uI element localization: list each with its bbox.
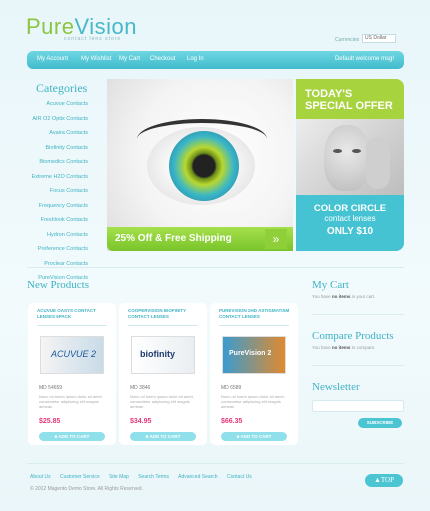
footer-links: About Us Customer Service Site Map Searc… (30, 474, 260, 480)
product-name[interactable]: COOPERVISION BIOFINITY CONTACT LENSES (128, 308, 200, 320)
product-card: COOPERVISION BIOFINITY CONTACT LENSES bi… (119, 303, 207, 445)
product-description: Nunc mi lorem ipsum dolor sit amet, cons… (39, 394, 103, 409)
welcome-message: Default welcome msg! (334, 56, 394, 62)
compare-status-text: You have no items to compare. (312, 345, 376, 350)
product-box-label: PureVision 2 (229, 350, 272, 357)
new-products-title: New Products (27, 279, 90, 291)
add-to-cart-label: ADD TO CART (240, 434, 272, 439)
footer-link-contact-us[interactable]: Contact Us (227, 474, 252, 480)
category-link[interactable]: Proclear Contacts (31, 259, 88, 274)
category-link[interactable]: Preference Contacts (31, 244, 88, 259)
category-link[interactable]: Extreme H2O Contacts (31, 172, 88, 187)
back-to-top-label: TOP (380, 476, 395, 484)
footer-divider (27, 463, 404, 464)
nav-log-in[interactable]: Log In (187, 56, 204, 62)
add-to-cart-button[interactable]: ■ ADD TO CART (221, 432, 287, 441)
category-link[interactable]: Focus Contacts (31, 186, 88, 201)
model-hand (366, 137, 390, 189)
product-description: Nunc mi lorem ipsum dolor sit amet, cons… (130, 394, 194, 409)
product-name[interactable]: PUREVISION 2HD ASTIGMATISM CONTACT LENSE… (219, 308, 291, 320)
add-to-cart-button[interactable]: ■ ADD TO CART (130, 432, 196, 441)
product-id: MD 6589 (221, 385, 242, 391)
currency-label: Currencies (335, 37, 360, 43)
special-offer-header: TODAY'S SPECIAL OFFER (296, 79, 404, 119)
product-image[interactable]: biofinity (131, 336, 195, 374)
add-to-cart-label: ADD TO CART (58, 434, 90, 439)
product-price: $25.85 (39, 418, 61, 425)
currency-select[interactable]: US Dollar (362, 34, 396, 43)
product-divider (37, 325, 107, 326)
section-divider (27, 267, 404, 268)
nav-my-cart[interactable]: My Cart (119, 56, 140, 62)
offer-price: ONLY $10 (326, 226, 374, 237)
product-divider (128, 325, 198, 326)
add-to-cart-button[interactable]: ■ ADD TO CART (39, 432, 105, 441)
my-cart-title: My Cart (312, 279, 349, 291)
category-link[interactable]: Biomedics Contacts (31, 157, 88, 172)
product-id: MD 3846 (130, 385, 151, 391)
category-link[interactable]: Acuvue Contacts (31, 99, 88, 114)
newsletter-title: Newsletter (312, 381, 360, 393)
footer-link-search-terms[interactable]: Search Terms (138, 474, 169, 480)
model-face (324, 125, 370, 191)
footer-link-advanced-search[interactable]: Advanced Search (178, 474, 217, 480)
up-arrow-icon: ▲ (373, 476, 381, 484)
hero-eye-banner[interactable] (107, 79, 293, 251)
category-link[interactable]: Biofinity Contacts (31, 143, 89, 158)
model-photo (296, 119, 404, 195)
product-card: PUREVISION 2HD ASTIGMATISM CONTACT LENSE… (210, 303, 298, 445)
product-price: $66.35 (221, 418, 243, 425)
product-divider (219, 325, 289, 326)
categories-title: Categories (36, 81, 88, 95)
iris-image (169, 131, 239, 201)
category-link[interactable]: Frequency Contacts (31, 201, 88, 216)
product-image[interactable]: PureVision 2 (222, 336, 286, 374)
product-card: ACUVUE OASYS CONTACT LENSES 6PACK ACUVUE… (28, 303, 116, 445)
nav-my-account[interactable]: My Account (37, 56, 68, 62)
footer-link-customer-service[interactable]: Customer Service (60, 474, 100, 480)
nav-my-wishlist[interactable]: My Wishlist (81, 56, 111, 62)
model-eye (352, 149, 361, 153)
category-link[interactable]: Freshlook Contacts (31, 215, 88, 230)
sidebar-divider (312, 365, 404, 366)
product-description: Nunc mi lorem ipsum dolor sit amet, cons… (221, 394, 285, 409)
footer-link-about-us[interactable]: About Us (30, 474, 51, 480)
back-to-top-button[interactable]: ▲TOP (365, 474, 403, 487)
shipping-promo-text: 25% Off & Free Shipping (115, 233, 232, 244)
product-box-label: ACUVUE 2 (51, 349, 97, 359)
special-offer-title-line1: TODAY'S (305, 88, 353, 100)
newsletter-email-input[interactable] (312, 400, 404, 412)
add-to-cart-label: ADD TO CART (149, 434, 181, 439)
special-offer-details: COLOR CIRCLE contact lenses ONLY $10 (296, 195, 404, 251)
category-link[interactable]: Avaira Contacts (31, 128, 88, 143)
special-offer-title-line2: SPECIAL OFFER (305, 100, 393, 112)
nav-checkout[interactable]: Checkout (150, 56, 175, 62)
top-navigation: My Account My Wishlist My Cart Checkout … (27, 51, 404, 69)
product-image[interactable]: ACUVUE 2 (40, 336, 104, 374)
product-id: MD 54659 (39, 385, 63, 391)
cart-status-text: You have no items in your cart. (312, 294, 376, 299)
model-eye (333, 149, 342, 153)
category-link[interactable]: Hydron Contacts (31, 230, 88, 245)
offer-product-name: COLOR CIRCLE (313, 203, 387, 214)
product-price: $34.95 (130, 418, 152, 425)
compare-products-title: Compare Products (312, 330, 394, 342)
shipping-promo-bar[interactable]: 25% Off & Free Shipping » (107, 227, 293, 251)
special-offer-banner[interactable]: TODAY'S SPECIAL OFFER COLOR CIRCLE conta… (296, 79, 404, 251)
category-link[interactable]: AIR O2 Optix Contacts (31, 114, 88, 129)
sidebar-divider (312, 314, 404, 315)
product-name[interactable]: ACUVUE OASYS CONTACT LENSES 6PACK (37, 308, 109, 320)
subscribe-button[interactable]: SUBSCRIBE (358, 418, 402, 428)
copyright-text: © 2012 Magento Demo Store. All Rights Re… (30, 486, 143, 492)
site-tagline: contact lens store (64, 36, 122, 42)
product-box-label: biofinity (140, 349, 175, 359)
footer-link-site-map[interactable]: Site Map (109, 474, 129, 480)
double-arrow-icon[interactable]: » (265, 229, 287, 249)
offer-product-type: contact lenses (324, 214, 376, 223)
categories-list: Acuvue Contacts AIR O2 Optix Contacts Av… (31, 99, 88, 288)
